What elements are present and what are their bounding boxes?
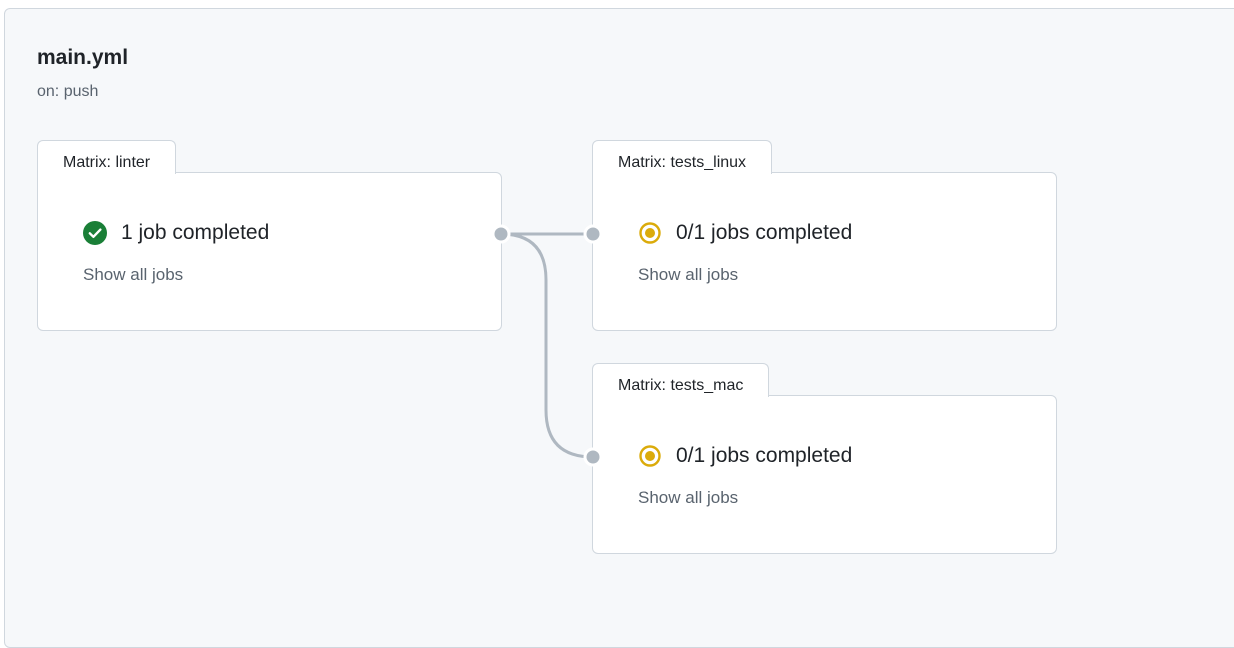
show-all-jobs-link[interactable]: Show all jobs (83, 265, 183, 285)
job-status: 0/1 jobs completed (638, 221, 852, 245)
job-group-card[interactable]: 0/1 jobs completed Show all jobs (592, 395, 1057, 554)
job-status-text: 0/1 jobs completed (676, 444, 853, 467)
in-progress-icon (639, 445, 661, 467)
job-group-title: Matrix: tests_linux (592, 140, 773, 174)
job-status: 1 job completed (83, 221, 269, 245)
workflow-trigger: on: push (37, 83, 99, 100)
show-all-jobs-link[interactable]: Show all jobs (638, 265, 738, 285)
job-status-text: 0/1 jobs completed (676, 221, 853, 244)
job-status: 0/1 jobs completed (638, 444, 852, 468)
job-group-card[interactable]: 0/1 jobs completed Show all jobs (592, 172, 1057, 331)
in-progress-icon (639, 222, 661, 244)
show-all-jobs-link[interactable]: Show all jobs (638, 488, 738, 508)
job-group-card[interactable]: 1 job completed Show all jobs (37, 172, 502, 331)
job-group-title: Matrix: tests_mac (592, 363, 770, 397)
check-circle-icon (83, 221, 107, 245)
job-status-text: 1 job completed (121, 221, 270, 244)
job-group-title: Matrix: linter (37, 140, 177, 174)
workflow-title: main.yml (37, 46, 129, 69)
